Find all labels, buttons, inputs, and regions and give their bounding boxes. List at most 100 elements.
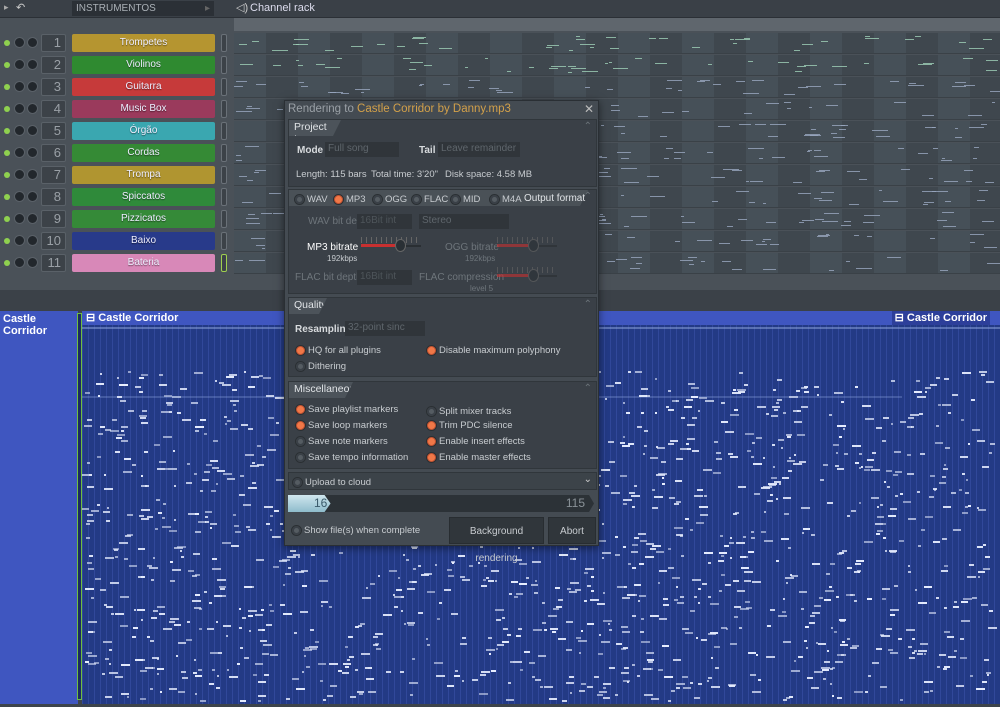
mixer-track-number[interactable]: 3 xyxy=(41,78,66,96)
chevron-down-icon[interactable]: ⌄ xyxy=(584,474,592,485)
volume-knob[interactable] xyxy=(27,103,38,114)
pattern-notes[interactable] xyxy=(234,77,1000,98)
mixer-track-number[interactable]: 5 xyxy=(41,122,66,140)
misc-option[interactable]: Save playlist markers xyxy=(295,404,398,415)
pan-knob[interactable] xyxy=(14,81,25,92)
format-radio-wav[interactable]: WAV xyxy=(294,194,328,205)
collapse-icon[interactable]: ⌃ xyxy=(584,191,592,202)
track-mute-strip[interactable] xyxy=(77,313,82,700)
collapse-icon[interactable]: ⌃ xyxy=(584,299,592,310)
ogg-bitrate-slider[interactable] xyxy=(497,237,557,253)
upload-section[interactable]: Upload to cloud ⌄ xyxy=(288,472,597,490)
channel-select[interactable] xyxy=(221,232,227,250)
pan-knob[interactable] xyxy=(14,103,25,114)
volume-knob[interactable] xyxy=(27,213,38,224)
channel-select[interactable] xyxy=(221,122,227,140)
volume-knob[interactable] xyxy=(27,147,38,158)
flac-bit-depth-select[interactable]: 16Bit int xyxy=(357,270,412,285)
channel-button[interactable]: Órgão xyxy=(72,122,215,140)
mixer-track-number[interactable]: 4 xyxy=(41,100,66,118)
pan-knob[interactable] xyxy=(14,37,25,48)
channel-led-icon[interactable] xyxy=(4,150,10,156)
pan-knob[interactable] xyxy=(14,191,25,202)
mixer-track-number[interactable]: 9 xyxy=(41,210,66,228)
channel-button[interactable]: Baixo xyxy=(72,232,215,250)
upload-to-cloud-toggle[interactable]: Upload to cloud xyxy=(292,477,371,488)
channel-select[interactable] xyxy=(221,144,227,162)
wav-bit-depth-select[interactable]: 16Bit int xyxy=(357,214,412,229)
channel-button[interactable]: Trompetes xyxy=(72,34,215,52)
mixer-track-number[interactable]: 7 xyxy=(41,166,66,184)
channel-button[interactable]: Pizzicatos xyxy=(72,210,215,228)
channel-led-icon[interactable] xyxy=(4,40,10,46)
channel-led-icon[interactable] xyxy=(4,194,10,200)
channel-led-icon[interactable] xyxy=(4,238,10,244)
pan-knob[interactable] xyxy=(14,257,25,268)
misc-option[interactable]: Enable insert effects xyxy=(426,436,525,447)
show-files-checkbox[interactable]: Show file(s) when complete xyxy=(291,525,420,536)
channel-select[interactable] xyxy=(221,210,227,228)
resampling-select[interactable]: 32-point sinc xyxy=(345,321,425,336)
channels-select[interactable]: Stereo xyxy=(419,214,509,229)
channel-led-icon[interactable] xyxy=(4,216,10,222)
channel-led-icon[interactable] xyxy=(4,260,10,266)
format-radio-flac[interactable]: FLAC xyxy=(411,194,448,205)
format-radio-ogg[interactable]: OGG xyxy=(372,194,407,205)
quality-option[interactable]: HQ for all plugins xyxy=(295,345,381,356)
channel-select[interactable] xyxy=(221,34,227,52)
misc-option[interactable]: Save loop markers xyxy=(295,420,387,431)
channel-select[interactable] xyxy=(221,78,227,96)
volume-knob[interactable] xyxy=(27,257,38,268)
mixer-track-number[interactable]: 2 xyxy=(41,56,66,74)
volume-knob[interactable] xyxy=(27,169,38,180)
playlist-track-header[interactable]: Castle Corridor xyxy=(0,311,78,704)
mixer-track-number[interactable]: 8 xyxy=(41,188,66,206)
pattern-notes[interactable] xyxy=(234,33,1000,54)
volume-knob[interactable] xyxy=(27,235,38,246)
channel-button[interactable]: Violinos xyxy=(72,56,215,74)
channel-button[interactable]: Bateria xyxy=(72,254,215,272)
channel-led-icon[interactable] xyxy=(4,106,10,112)
channel-led-icon[interactable] xyxy=(4,62,10,68)
channel-select[interactable] xyxy=(221,188,227,206)
volume-knob[interactable] xyxy=(27,191,38,202)
misc-option[interactable]: Save note markers xyxy=(295,436,388,447)
misc-option[interactable]: Save tempo information xyxy=(295,452,408,463)
channel-button[interactable]: Trompa xyxy=(72,166,215,184)
mode-select[interactable]: Full song xyxy=(325,142,399,157)
channel-button[interactable]: Guitarra xyxy=(72,78,215,96)
mixer-track-number[interactable]: 6 xyxy=(41,144,66,162)
mixer-track-number[interactable]: 1 xyxy=(41,34,66,52)
browser-dropdown[interactable]: INSTRUMENTOS ▸ xyxy=(72,1,214,16)
format-radio-mid[interactable]: MID xyxy=(450,194,480,205)
volume-knob[interactable] xyxy=(27,59,38,70)
pan-knob[interactable] xyxy=(14,213,25,224)
channel-select[interactable] xyxy=(221,56,227,74)
flac-compression-slider[interactable] xyxy=(497,267,557,283)
pan-knob[interactable] xyxy=(14,125,25,136)
pan-knob[interactable] xyxy=(14,235,25,246)
channel-select[interactable] xyxy=(221,100,227,118)
misc-option[interactable]: Trim PDC silence xyxy=(426,420,513,431)
misc-option[interactable]: Split mixer tracks xyxy=(426,406,511,417)
tail-select[interactable]: Leave remainder xyxy=(438,142,520,157)
mixer-track-number[interactable]: 10 xyxy=(41,232,66,250)
collapse-icon[interactable]: ⌃ xyxy=(584,121,592,132)
channel-button[interactable]: Spiccatos xyxy=(72,188,215,206)
format-radio-m4a[interactable]: M4A xyxy=(489,194,522,205)
play-arrow-icon[interactable]: ▸ xyxy=(4,2,9,13)
channel-button[interactable]: Cordas xyxy=(72,144,215,162)
quality-option[interactable]: Disable maximum polyphony xyxy=(426,345,560,356)
pan-knob[interactable] xyxy=(14,169,25,180)
collapse-icon[interactable]: ⌃ xyxy=(584,383,592,394)
mp3-bitrate-slider[interactable] xyxy=(361,237,421,253)
pan-knob[interactable] xyxy=(14,147,25,158)
mixer-track-number[interactable]: 11 xyxy=(41,254,66,272)
misc-option[interactable]: Enable master effects xyxy=(426,452,531,463)
pan-knob[interactable] xyxy=(14,59,25,70)
channel-led-icon[interactable] xyxy=(4,128,10,134)
channel-select[interactable] xyxy=(221,254,227,272)
quality-option[interactable]: Dithering xyxy=(295,361,346,372)
close-icon[interactable]: ✕ xyxy=(584,102,594,116)
volume-knob[interactable] xyxy=(27,37,38,48)
